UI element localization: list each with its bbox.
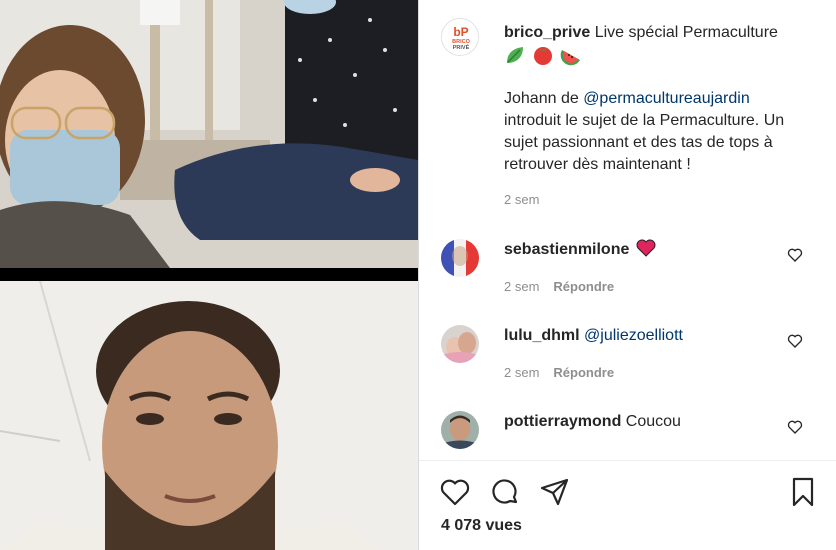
reply-button[interactable]: Répondre <box>553 279 614 294</box>
comment-text: lulu_dhml @juliezoelliott <box>504 325 683 347</box>
comment-avatar[interactable] <box>441 325 479 363</box>
caption-headline: brico_prive Live spécial Permaculture <box>504 22 814 44</box>
tomato-icon <box>534 47 552 65</box>
comment-time[interactable]: 2 sem <box>504 279 539 294</box>
comment-body: Coucou <box>625 413 681 430</box>
comment-meta: 2 sem Répondre <box>504 279 614 294</box>
views-count[interactable]: 4 078 vues <box>441 517 522 535</box>
share-paper-plane-icon[interactable] <box>539 476 571 508</box>
brico-prive-logo: bP BRICO PRIVÉ <box>442 19 478 55</box>
caption-body: Johann de @permacultureaujardin introdui… <box>504 88 804 176</box>
comment-item: pottierraymond Coucou <box>441 411 821 460</box>
comment-time[interactable]: 2 sem <box>504 365 539 380</box>
comments-scroll-area[interactable]: bP BRICO PRIVÉ brico_prive Live spécial … <box>419 0 836 460</box>
comment-avatar[interactable] <box>441 411 479 449</box>
svg-text:PRIVÉ: PRIVÉ <box>453 43 470 51</box>
video-divider <box>0 268 418 281</box>
bookmark-icon[interactable] <box>787 476 819 508</box>
man-photo-avatar <box>441 411 479 449</box>
comment-mention[interactable]: @juliezoelliott <box>584 327 683 344</box>
svg-text:bP: bP <box>453 25 468 39</box>
mention-link[interactable]: @permacultureaujardin <box>583 90 750 107</box>
comment-item: lulu_dhml @juliezoelliott 2 sem Répondre <box>441 325 821 395</box>
comment-like-icon[interactable] <box>787 419 803 435</box>
comment-meta: 2 sem Répondre <box>504 365 614 380</box>
comment-username[interactable]: sebastienmilone <box>504 241 629 258</box>
caption-body-rest: introduit le sujet de la Permaculture. U… <box>504 112 785 173</box>
post-title-text: Live spécial Permaculture <box>594 24 778 41</box>
brand-avatar[interactable]: bP BRICO PRIVÉ <box>441 18 479 56</box>
video-frame-bottom <box>0 281 418 550</box>
caption-body-prefix: Johann de <box>504 90 584 107</box>
child-photo-avatar <box>441 325 479 363</box>
french-flag-avatar <box>441 239 479 277</box>
live-video-pane <box>0 0 418 550</box>
comment-bubble-icon[interactable] <box>489 476 521 508</box>
comment-text: sebastienmilone <box>504 239 656 261</box>
post-author-username[interactable]: brico_prive <box>504 24 590 41</box>
video-frame-top <box>0 0 418 268</box>
comment-username[interactable]: pottierraymond <box>504 413 621 430</box>
red-heart-icon <box>636 239 656 257</box>
video-feed-top <box>0 0 418 268</box>
reply-button[interactable]: Répondre <box>553 365 614 380</box>
comment-username[interactable]: lulu_dhml <box>504 327 580 344</box>
comment-item: sebastienmilone 2 sem Répondre <box>441 239 821 309</box>
caption-timestamp[interactable]: 2 sem <box>504 192 539 207</box>
watermelon-icon <box>560 50 580 66</box>
comment-like-icon[interactable] <box>787 333 803 349</box>
video-feed-bottom <box>0 281 418 550</box>
post-actions-bar: 4 078 vues <box>419 460 836 550</box>
leaf-icon <box>507 47 523 63</box>
comment-avatar[interactable] <box>441 239 479 277</box>
caption-emojis <box>504 44 582 66</box>
comment-text: pottierraymond Coucou <box>504 411 681 433</box>
post-panel: bP BRICO PRIVÉ brico_prive Live spécial … <box>418 0 836 550</box>
comment-like-icon[interactable] <box>787 247 803 263</box>
heart-outline-icon[interactable] <box>439 476 471 508</box>
